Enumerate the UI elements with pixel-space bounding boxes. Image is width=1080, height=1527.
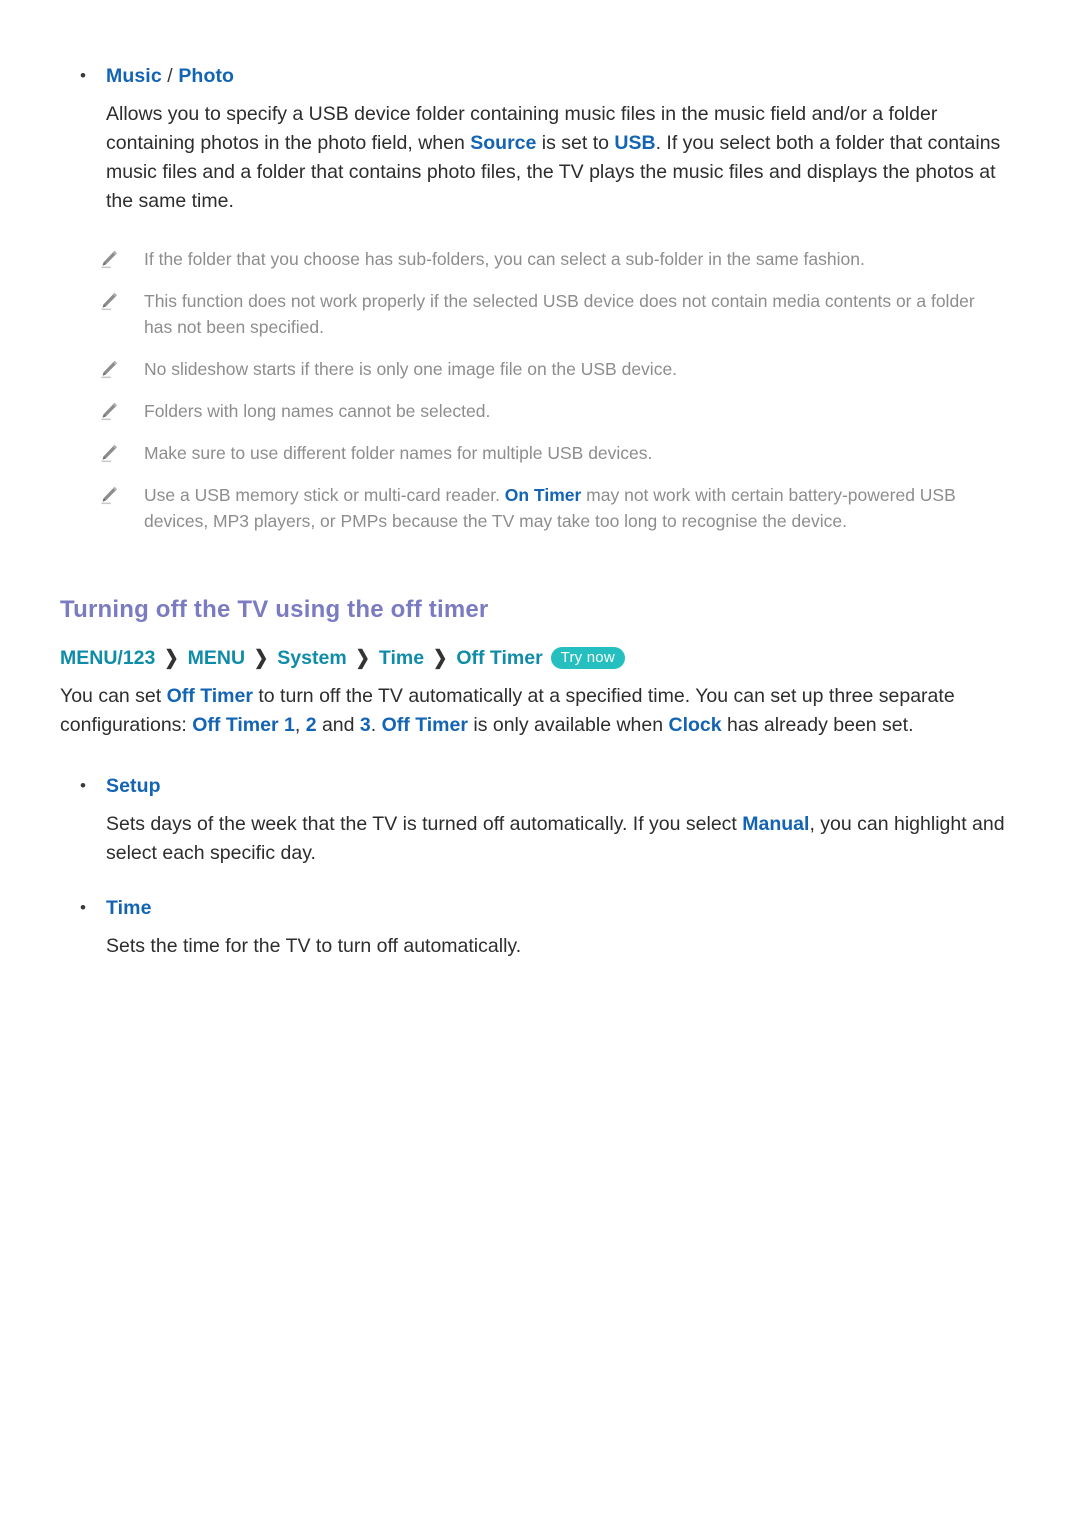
note-text: No slideshow starts if there is only one… — [144, 359, 678, 379]
term-off-timer-3: 3 — [359, 714, 371, 736]
pencil-icon — [60, 288, 144, 312]
para-text-1: Sets days of the week that the TV is tur… — [106, 813, 743, 835]
term-usb: USB — [614, 132, 656, 154]
term-photo: Photo — [178, 65, 235, 87]
breadcrumb-item-system[interactable]: System — [277, 644, 346, 672]
note-item: If the folder that you choose has sub-fo… — [60, 246, 1020, 272]
note-text-part-1: Use a USB memory stick or multi-card rea… — [144, 485, 505, 505]
para-text-5: . — [370, 714, 382, 736]
para-text-3: , — [294, 714, 306, 736]
breadcrumb: MENU/123 ❯ MENU ❯ System ❯ Time ❯ Off Ti… — [60, 644, 1020, 672]
note-list: If the folder that you choose has sub-fo… — [60, 246, 1020, 534]
term-off-timer: Off Timer — [166, 685, 253, 707]
term-off-timer-1: Off Timer 1 — [192, 714, 295, 736]
note-item: Folders with long names cannot be select… — [60, 398, 1020, 424]
term-on-timer: On Timer — [504, 485, 582, 505]
bullet-item-setup: • Setup — [60, 772, 1020, 800]
try-now-badge[interactable]: Try now — [550, 647, 625, 669]
chevron-right-icon: ❯ — [254, 646, 269, 669]
note-item: Use a USB memory stick or multi-card rea… — [60, 482, 1020, 534]
section-off-timer: Turning off the TV using the off timer M… — [0, 596, 1080, 961]
page-title: Turning off the TV using the off timer — [60, 596, 489, 623]
label-separator: / — [161, 65, 179, 87]
bullet-item-music-photo: • Music / Photo — [60, 62, 1020, 90]
note-text: Use a USB memory stick or multi-card rea… — [144, 482, 1004, 534]
para-text-2: is set to — [536, 132, 615, 154]
bullet-item-time: • Time — [60, 894, 1020, 922]
paragraph-off-timer: You can set Off Timer to turn off the TV… — [60, 682, 995, 740]
breadcrumb-item-menu123[interactable]: MENU/123 — [60, 644, 155, 672]
pencil-icon — [60, 398, 144, 422]
bullet-dot-icon: • — [80, 66, 86, 85]
note-text: Folders with long names cannot be select… — [144, 401, 491, 421]
term-music: Music — [106, 65, 162, 87]
breadcrumb-item-time[interactable]: Time — [379, 644, 424, 672]
breadcrumb-item-off-timer[interactable]: Off Timer — [456, 644, 542, 672]
term-clock: Clock — [668, 714, 722, 736]
section-music-photo: • Music / Photo Allows you to specify a … — [0, 0, 1080, 534]
note-item: Make sure to use different folder names … — [60, 440, 1020, 466]
chevron-right-icon: ❯ — [433, 646, 448, 669]
note-text: If the folder that you choose has sub-fo… — [144, 249, 865, 269]
paragraph-music-photo: Allows you to specify a USB device folde… — [106, 100, 1006, 216]
term-manual: Manual — [742, 813, 810, 835]
note-item: This function does not work properly if … — [60, 288, 1020, 340]
breadcrumb-item-menu[interactable]: MENU — [188, 644, 245, 672]
para-text-7: has already been set. — [721, 714, 914, 736]
pencil-icon — [60, 440, 144, 464]
term-off-timer-2: 2 — [305, 714, 317, 736]
pencil-icon — [60, 246, 144, 270]
paragraph-time: Sets the time for the TV to turn off aut… — [106, 935, 522, 957]
note-text: Make sure to use different folder names … — [144, 443, 653, 463]
bullet-label-music-photo: Music / Photo — [106, 62, 234, 90]
pencil-icon — [60, 482, 144, 506]
term-off-timer-repeat: Off Timer — [381, 714, 468, 736]
paragraph-setup: Sets days of the week that the TV is tur… — [106, 810, 1006, 868]
para-text-6: is only available when — [467, 714, 669, 736]
note-item: No slideshow starts if there is only one… — [60, 356, 1020, 382]
pencil-icon — [60, 356, 144, 380]
term-source: Source — [470, 132, 537, 154]
chevron-right-icon: ❯ — [355, 646, 370, 669]
bullet-dot-icon: • — [80, 898, 86, 917]
note-text: This function does not work properly if … — [144, 291, 975, 337]
para-text-1: You can set — [60, 685, 167, 707]
bullet-dot-icon: • — [80, 776, 86, 795]
document-page: • Music / Photo Allows you to specify a … — [0, 0, 1080, 1527]
para-text-4: and — [316, 714, 360, 736]
bullet-label-setup: Setup — [106, 775, 161, 797]
chevron-right-icon: ❯ — [164, 646, 179, 669]
bullet-label-time: Time — [106, 897, 152, 919]
